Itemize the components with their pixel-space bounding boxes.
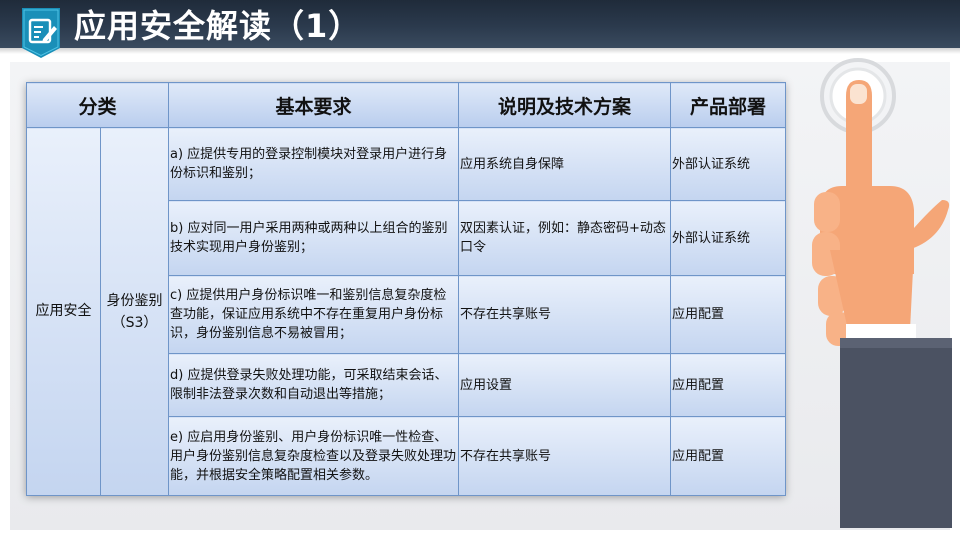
- notepad-pen-icon: [22, 8, 60, 58]
- deployment-cell: 外部认证系统: [670, 200, 787, 276]
- requirement-cell: d) 应提供登录失败处理功能，可采取结束会话、限制非法登录次数和自动退出等措施；: [168, 353, 460, 417]
- page-title: 应用安全解读（1）: [74, 7, 362, 45]
- deployment-cell: 外部认证系统: [670, 127, 787, 201]
- subcategory-cell: 身份鉴别 （S3）: [99, 127, 170, 496]
- explanation-cell: 双因素认证，例如：静态密码+动态口令: [458, 200, 672, 276]
- requirement-cell: c) 应提供用户身份标识唯一和鉴别信息复杂度检查功能，保证应用系统中不存在重复用…: [168, 275, 460, 354]
- subcategory-code: （S3）: [111, 314, 158, 331]
- header-category: 分类: [25, 82, 170, 128]
- deployment-cell: 应用配置: [670, 275, 787, 354]
- requirements-table: 分类 基本要求 说明及技术方案 产品部署 应用安全 身份鉴别 （S3） a) 应…: [25, 82, 787, 496]
- requirement-cell: b) 应对同一用户采用两种或两种以上组合的鉴别技术实现用户身份鉴别；: [168, 200, 460, 276]
- requirements-table-frame: 分类 基本要求 说明及技术方案 产品部署 应用安全 身份鉴别 （S3） a) 应…: [25, 82, 787, 496]
- pointing-hand-icon: [812, 58, 952, 528]
- subcategory-name: 身份鉴别: [106, 292, 163, 309]
- header-deployment: 产品部署: [670, 82, 787, 128]
- explanation-cell: 应用设置: [458, 353, 672, 417]
- requirement-cell: a) 应提供专用的登录控制模块对登录用户进行身份标识和鉴别；: [168, 127, 460, 201]
- explanation-cell: 不存在共享账号: [458, 275, 672, 354]
- deployment-cell: 应用配置: [670, 416, 787, 496]
- explanation-cell: 不存在共享账号: [458, 416, 672, 496]
- table-header-row: 分类 基本要求 说明及技术方案 产品部署: [25, 82, 787, 128]
- requirement-cell: e) 应启用身份鉴别、用户身份标识唯一性检查、用户身份鉴别信息复杂度检查以及登录…: [168, 416, 460, 496]
- deployment-cell: 应用配置: [670, 353, 787, 417]
- header-explanation: 说明及技术方案: [458, 82, 672, 128]
- header-requirement: 基本要求: [168, 82, 460, 128]
- explanation-cell: 应用系统自身保障: [458, 127, 672, 201]
- category-cell: 应用安全: [26, 127, 101, 496]
- table-row: 应用安全 身份鉴别 （S3） a) 应提供专用的登录控制模块对登录用户进行身份标…: [26, 127, 787, 496]
